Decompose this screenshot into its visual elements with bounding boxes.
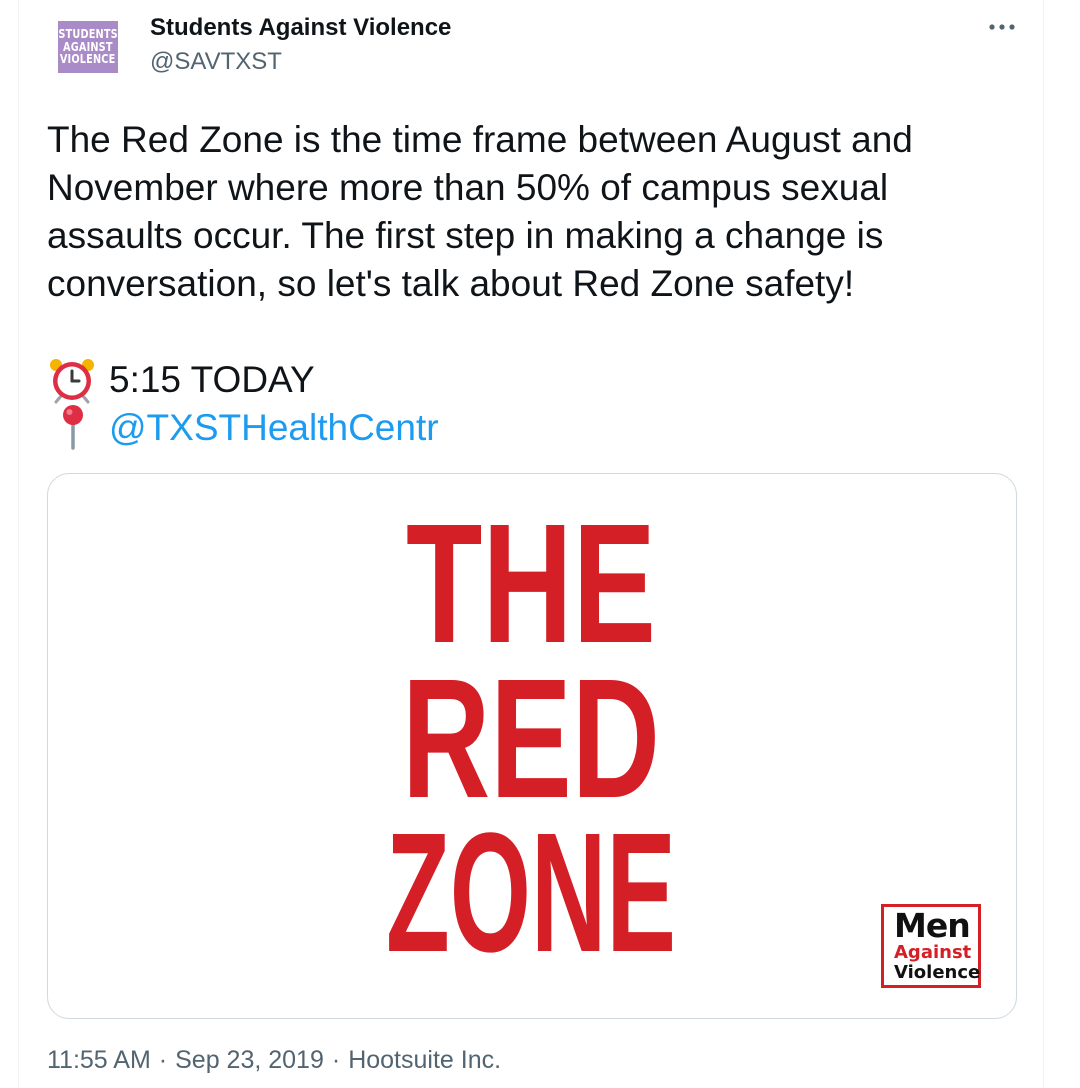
- logo-line-3: Violence: [894, 962, 981, 983]
- separator-dot: ·: [331, 1046, 341, 1074]
- tweet-text: The Red Zone is the time frame between A…: [47, 119, 913, 304]
- more-horizontal-icon: [989, 24, 1015, 30]
- user-handle[interactable]: @SAVTXST: [150, 48, 282, 76]
- tweet-metadata: 11:55 AM · Sep 23, 2019 · Hootsuite Inc.: [47, 1046, 501, 1075]
- more-options-button[interactable]: [985, 12, 1019, 42]
- tweet-source[interactable]: Hootsuite Inc.: [348, 1046, 501, 1075]
- event-time-text: 5:15 TODAY: [109, 359, 315, 400]
- men-against-violence-logo: Men Against Violence: [881, 904, 981, 988]
- tweet-time[interactable]: 11:55 AM: [47, 1046, 151, 1075]
- logo-line-1: Men: [894, 906, 971, 945]
- event-time-line: 5:15 TODAY: [47, 356, 315, 404]
- avatar-text-line-3: VIOLENCE: [60, 51, 116, 67]
- red-zone-poster: THE RED ZONE: [386, 489, 676, 988]
- separator-dot: ·: [158, 1046, 168, 1074]
- display-name[interactable]: Students Against Violence: [150, 14, 451, 42]
- tweet-date[interactable]: Sep 23, 2019: [175, 1046, 324, 1075]
- avatar[interactable]: STUDENTS AGAINST VIOLENCE: [58, 21, 118, 73]
- poster-title-line-3: ZONE: [386, 798, 676, 988]
- tweet-media-image[interactable]: THE RED ZONE Men Against Violence: [47, 473, 1017, 1019]
- round-pushpin-icon: [47, 404, 99, 452]
- event-location-line: @TXSTHealthCentr: [47, 404, 439, 452]
- alarm-clock-icon: [47, 356, 99, 404]
- logo-line-2: Against: [894, 942, 972, 963]
- mention-link[interactable]: @TXSTHealthCentr: [109, 407, 439, 449]
